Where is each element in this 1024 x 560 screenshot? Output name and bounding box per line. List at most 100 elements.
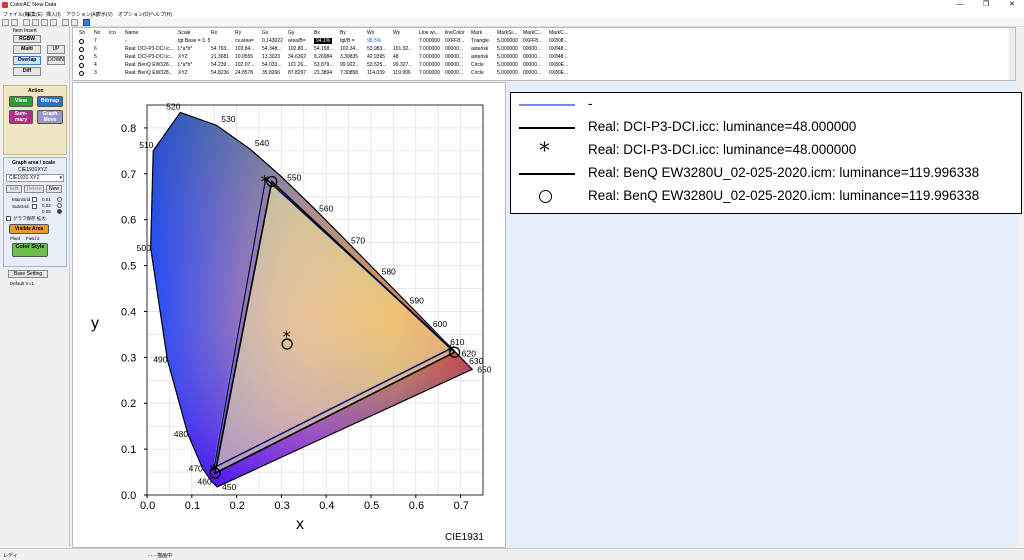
col-header[interactable]: Gy (288, 30, 294, 36)
cut-icon[interactable] (23, 19, 30, 26)
new-file-icon[interactable] (2, 19, 9, 26)
graph-move-button[interactable]: Graph Move (37, 110, 63, 124)
copy-icon[interactable] (32, 19, 39, 26)
diff-button[interactable]: Diff (13, 67, 41, 76)
x-tick-label: 0.7 (454, 500, 469, 512)
col-header[interactable]: Rx (211, 30, 217, 36)
sub-grid-checkbox[interactable] (32, 204, 37, 209)
undo-icon[interactable] (62, 19, 69, 26)
wavelength-label: 570 (351, 235, 365, 245)
menu-options[interactable]: オプション(O) (118, 11, 150, 18)
table-cell: XYZ (178, 70, 188, 76)
grid-value-3: 0.05 (42, 209, 51, 214)
maximize-button[interactable]: ❐ (974, 0, 998, 10)
y-tick-label: 0.3 (121, 352, 136, 364)
main-grid-checkbox[interactable] (32, 197, 37, 202)
table-cell: - (125, 38, 127, 44)
col-header[interactable]: MarkC... (523, 30, 542, 36)
row-select-radio[interactable] (79, 71, 84, 76)
col-header[interactable]: MarkSi... (497, 30, 517, 36)
col-header[interactable]: Name (125, 30, 138, 36)
table-scrollbar[interactable] (1009, 28, 1015, 80)
table-cell: 54.158... (314, 46, 334, 52)
col-header[interactable]: lineColor (445, 30, 465, 36)
action-panel: Action View Bitmap Sum-mary Graph Move (3, 85, 67, 155)
multi-button[interactable]: Multi (13, 45, 41, 54)
row-select-radio[interactable] (79, 63, 84, 68)
table-cell: Real: BenQ EW328... (125, 70, 173, 76)
table-row[interactable]: 4 Real: BenQ EW328... L*a*b* 54.239... 102.0… (73, 62, 1013, 70)
table-cell: 48 (393, 54, 399, 60)
col-header[interactable]: Line wi... (419, 30, 439, 36)
col-header[interactable]: Sh (79, 30, 85, 36)
table-row[interactable]: 3 Real: BenQ EW328... XYZ 54.8236 24.8578 35.… (73, 70, 1013, 78)
down-button[interactable]: DOWN (47, 56, 65, 65)
table-cell: 5.000000 (497, 62, 518, 68)
new-button[interactable]: New (46, 185, 62, 193)
asterisk-marker: * (261, 171, 269, 190)
col-header[interactable]: Ry (235, 30, 241, 36)
menu-view[interactable]: 表示(V) (96, 11, 113, 18)
overlap-button[interactable]: Overlap (13, 56, 41, 65)
table-cell: 0X80E... (549, 70, 569, 76)
table-row[interactable]: 5 Real: DCI-P3-DCI.ic... XYZ 21.3681 10.0555… (73, 54, 1013, 62)
table-cell: Circle (471, 62, 484, 68)
menu-edit[interactable]: 編集(E) (26, 11, 43, 18)
app-icon (2, 2, 8, 8)
table-cell: 7.000000 (419, 46, 440, 52)
table-cell: 7.000000 (419, 70, 440, 76)
summary-button[interactable]: Sum-mary (9, 110, 33, 124)
row-select-radio[interactable] (79, 39, 84, 44)
row-select-radio[interactable] (79, 47, 84, 52)
color-style-button[interactable]: Color Style (12, 243, 48, 257)
grid-radio-2[interactable] (57, 203, 62, 208)
col-header[interactable]: Wx (367, 30, 374, 36)
col-header[interactable]: No (94, 30, 100, 36)
keep-graph-checkbox[interactable] (6, 216, 11, 221)
up-button[interactable]: UP (47, 45, 65, 54)
table-cell: 54.763... (211, 46, 231, 52)
table-cell: 00000... (523, 54, 542, 60)
col-header[interactable]: Gx (262, 30, 268, 36)
edit-button[interactable]: Edit (6, 185, 22, 193)
table-row[interactable]: 7 - tgt.Base = 3. 5 cv.area= 0.143022 area/B=… (73, 38, 1013, 46)
legend-line-icon (519, 127, 575, 129)
table-cell: 00000... (523, 46, 542, 52)
visible-area-button[interactable]: Visible Area (9, 224, 49, 234)
view-button[interactable]: View (9, 96, 33, 107)
menu-help[interactable]: ヘルプ(H) (150, 11, 172, 18)
col-header[interactable]: Bx (314, 30, 320, 36)
menu-action[interactable]: アクション(A) (66, 11, 97, 18)
graph-type-select[interactable]: CIE1931 XYZ ▾ (6, 174, 64, 182)
col-header[interactable]: Mark (471, 30, 482, 36)
redo-icon[interactable] (71, 19, 78, 26)
table-row[interactable]: 6 Real: DCI-P3-DCI.ic... L*a*b* 54.763... 10… (73, 46, 1013, 54)
col-header[interactable]: MarkC... (549, 30, 568, 36)
base-setting-button[interactable]: Base Setting (8, 270, 48, 278)
help-icon[interactable] (83, 19, 90, 26)
col-header[interactable]: Ico (109, 30, 116, 36)
table-cell: 102.34... (340, 46, 360, 52)
table-cell: 7.30858 (340, 70, 359, 76)
col-header[interactable]: Scale (178, 30, 191, 36)
open-file-icon[interactable] (11, 19, 18, 26)
data-table: Sh No Ico Name Scale Rx Ry Gx Gy Bx By W… (72, 27, 1016, 81)
table-cell: 00000... (445, 62, 464, 68)
col-header[interactable]: By (340, 30, 346, 36)
col-header[interactable]: Wy (393, 30, 400, 36)
bitmap-button[interactable]: Bitmap (37, 96, 63, 107)
paste-icon[interactable] (41, 19, 48, 26)
legend-asterisk-icon: * (539, 139, 550, 164)
table-cell: 0X808... (549, 38, 568, 44)
grid-radio-1[interactable] (57, 197, 62, 202)
table-cell: 53.879... (314, 62, 334, 68)
grid-radio-3[interactable] (57, 209, 62, 214)
rgbw-button[interactable]: RGBW (13, 35, 41, 43)
delete-button[interactable]: Delete (24, 185, 44, 193)
close-button[interactable]: ✕ (1000, 0, 1024, 10)
print-icon[interactable] (50, 19, 57, 26)
row-select-radio[interactable] (79, 55, 84, 60)
minimize-button[interactable]: — (948, 0, 972, 10)
chart-panel: 450 460 470 480 490 500 510 520 530 540 550 560 570 5… (72, 82, 506, 548)
menu-insert[interactable]: 挿入(I) (46, 11, 61, 18)
